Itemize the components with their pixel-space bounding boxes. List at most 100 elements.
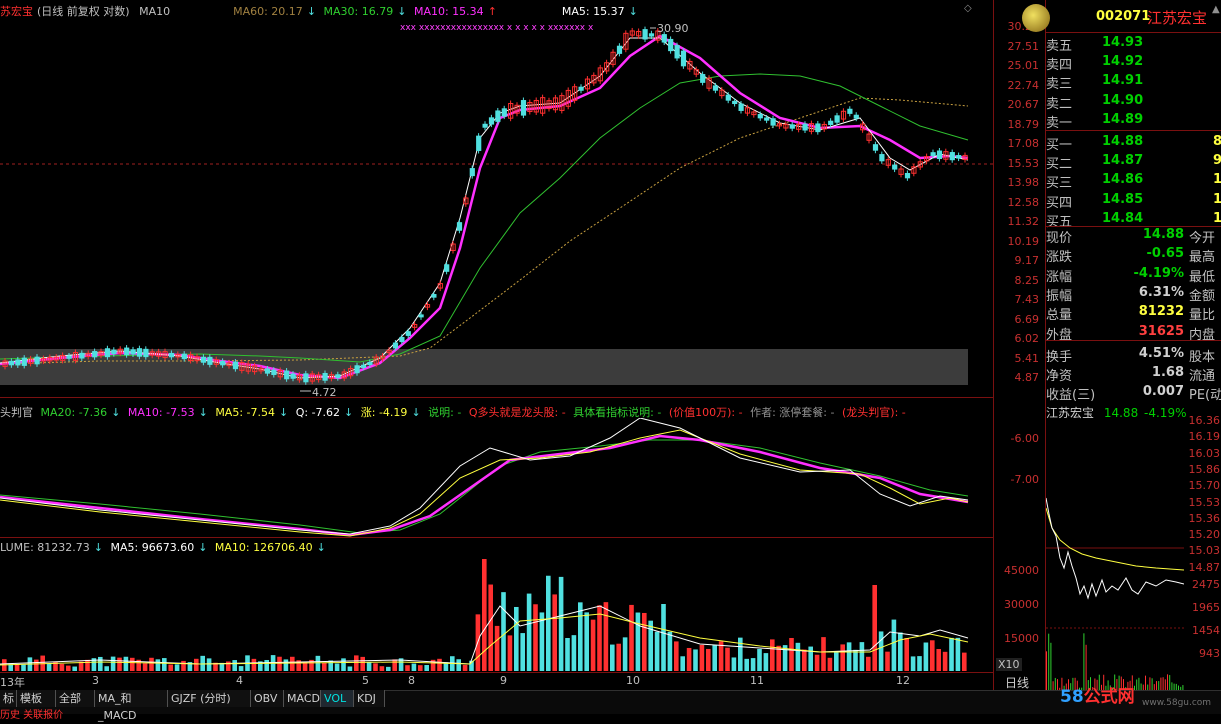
mini-axis-label: 1965 [1192, 601, 1220, 614]
order-label: 买二 [1046, 157, 1073, 173]
price-axis-label: 10.19 [1007, 234, 1040, 248]
quote-label: 股本 [1189, 349, 1216, 365]
price-axis-label: 20.67 [1007, 98, 1040, 111]
quote-label: 振幅 [1046, 288, 1073, 304]
arrow-down-icon: ↓ [93, 541, 103, 554]
volume-bars [2, 559, 967, 671]
ma60-value: MA60: 20.17 [233, 5, 303, 18]
date-label: 9 [500, 674, 507, 687]
volume-ma10: MA10: 126706.40 [214, 541, 313, 554]
order-price: 14.90 [1102, 92, 1144, 108]
ma5-value: MA5: 15.37 [561, 5, 625, 18]
price-legend: 苏宏宝 (日线 前复权 对数) MA10 MA60: 20.17 ↓ MA30: 1… [0, 3, 642, 19]
quote-value: 0.007 [1142, 384, 1184, 400]
tab-item[interactable]: 模板 [17, 690, 56, 707]
date-label: 10 [626, 674, 640, 687]
indicator-axis-label: -6.00 [1010, 432, 1039, 445]
tab-item[interactable]: GJZF (分时) [168, 690, 251, 707]
volume-chart[interactable] [0, 556, 993, 672]
high-annotation: 30.90 [657, 22, 689, 35]
quote-label: PE(动) [1189, 388, 1221, 404]
quote-value: 81232 [1138, 304, 1184, 320]
order-price: 14.93 [1102, 35, 1144, 50]
stock-code: 002071 [1096, 9, 1151, 24]
ma10-value: MA10: 15.34 [413, 5, 484, 18]
quote-value: 6.31% [1138, 284, 1184, 300]
tab-item[interactable]: 标 [0, 690, 17, 707]
intraday-mini-chart[interactable] [1046, 418, 1184, 690]
bottom-text: 历史 关联报价 [0, 710, 64, 721]
date-label: 12 [896, 674, 910, 687]
price-axis-label: 8.25 [1014, 273, 1040, 287]
mini-axis-label: 15.03 [1188, 544, 1221, 558]
candlestick-chart[interactable]: xxx xxxxxxxxxxxxxxxx x x x x x xxxxxxx x… [0, 18, 993, 398]
quote-label: 流通 [1189, 369, 1216, 385]
mini-axis-label: 15.20 [1188, 528, 1221, 542]
order-label: 卖三 [1046, 77, 1073, 93]
quote-row: 总量81232量比0. [1046, 304, 1221, 323]
quote-label: 今开 [1189, 231, 1216, 246]
mini-axis-label: 16.03 [1188, 446, 1221, 460]
price-axis-label: 18.79 [1007, 117, 1040, 131]
price-axis-label: 5.41 [1014, 351, 1040, 365]
mini-axis-label: 15.70 [1188, 479, 1221, 493]
tab-item[interactable]: KDJ [354, 690, 385, 707]
watermark-a: 58 [1060, 687, 1084, 707]
quote-label: 现价 [1046, 231, 1073, 246]
order-label: 卖五 [1046, 39, 1073, 54]
mini-axis-label: 14.87 [1188, 560, 1221, 574]
settings-icon[interactable]: ◇ [964, 3, 972, 14]
tab-item[interactable]: 全部 [56, 690, 95, 707]
tab-item[interactable]: VOL [321, 690, 354, 707]
price-axis-label: 25.01 [1007, 59, 1040, 72]
quote-label: 金额 [1189, 288, 1216, 304]
arrow-down-icon: ↓ [306, 5, 317, 18]
order-book-row: 卖三 14.91 [1046, 73, 1221, 92]
order-qty: 8 [1213, 134, 1221, 149]
mini-axis-label: 16.19 [1188, 430, 1221, 444]
mini-axis-label: 15.86 [1188, 462, 1221, 476]
order-book-row: 卖四 14.92 [1046, 54, 1221, 73]
quote-label: 涨幅 [1046, 269, 1073, 285]
watermark-b: 公式网 [1083, 687, 1135, 707]
order-price: 14.92 [1102, 54, 1144, 70]
tab-item[interactable]: OBV [251, 690, 284, 707]
stock-name: 苏宏宝 [0, 5, 33, 18]
chart-mode: (日线 前复权 对数) [37, 5, 130, 18]
quote-value: 1.68 [1151, 365, 1184, 381]
arrow-down-icon: ↓ [198, 541, 208, 554]
price-axis-label: 9.17 [1014, 254, 1040, 267]
mini-axis-label: 1454 [1192, 624, 1220, 637]
volume-unit: X10 [996, 658, 1022, 671]
volume-axis-label: 45000 [1004, 564, 1039, 577]
order-price: 14.88 [1102, 134, 1144, 149]
ma10-label: MA10 [139, 5, 171, 18]
svg-text:xxx xxxxxxxxxxxxxxxx x: xxx xxxxxxxxxxxxxxxx x x x x x xxxxxxx x [400, 23, 594, 33]
price-axis-label: 13.98 [1007, 176, 1040, 189]
quote-value: 31625 [1138, 323, 1184, 339]
quote-row: 换手4.51%股本1.84 [1046, 346, 1221, 365]
mini-axis-label: 16.36 [1188, 414, 1221, 427]
price-axis-label: 6.02 [1014, 332, 1040, 345]
period-label[interactable]: 日线 [1005, 674, 1029, 691]
scroll-up-icon[interactable]: ▲ [1212, 4, 1220, 15]
price-axis-label: 11.32 [1007, 215, 1040, 228]
quote-value: -0.65 [1146, 246, 1184, 262]
volume-axis-label: 30000 [1004, 598, 1039, 611]
tab-item[interactable]: MACD [284, 690, 321, 707]
ma30-value: MA30: 16.79 [323, 5, 394, 18]
low-annotation: 4.72 [312, 386, 337, 398]
arrow-down-icon: ↓ [397, 5, 407, 18]
quote-row: 振幅6.31%金额1.22 [1046, 285, 1221, 304]
quote-label: 换手 [1046, 349, 1073, 365]
price-axis-label: 7.43 [1014, 293, 1040, 306]
date-label: 13年 [0, 676, 25, 689]
order-book-row: 买三 14.86 17 [1046, 172, 1221, 191]
order-price: 14.91 [1102, 73, 1144, 89]
quote-row: 现价14.88今开15.4 [1046, 227, 1221, 246]
date-label: 3 [92, 674, 99, 687]
mini-axis-label: 15.53 [1188, 495, 1221, 509]
quote-row: 涨跌-0.65最高15.6 [1046, 246, 1221, 265]
tab-item[interactable]: MA_和_MACD [95, 690, 168, 722]
indicator-chart[interactable] [0, 418, 993, 538]
